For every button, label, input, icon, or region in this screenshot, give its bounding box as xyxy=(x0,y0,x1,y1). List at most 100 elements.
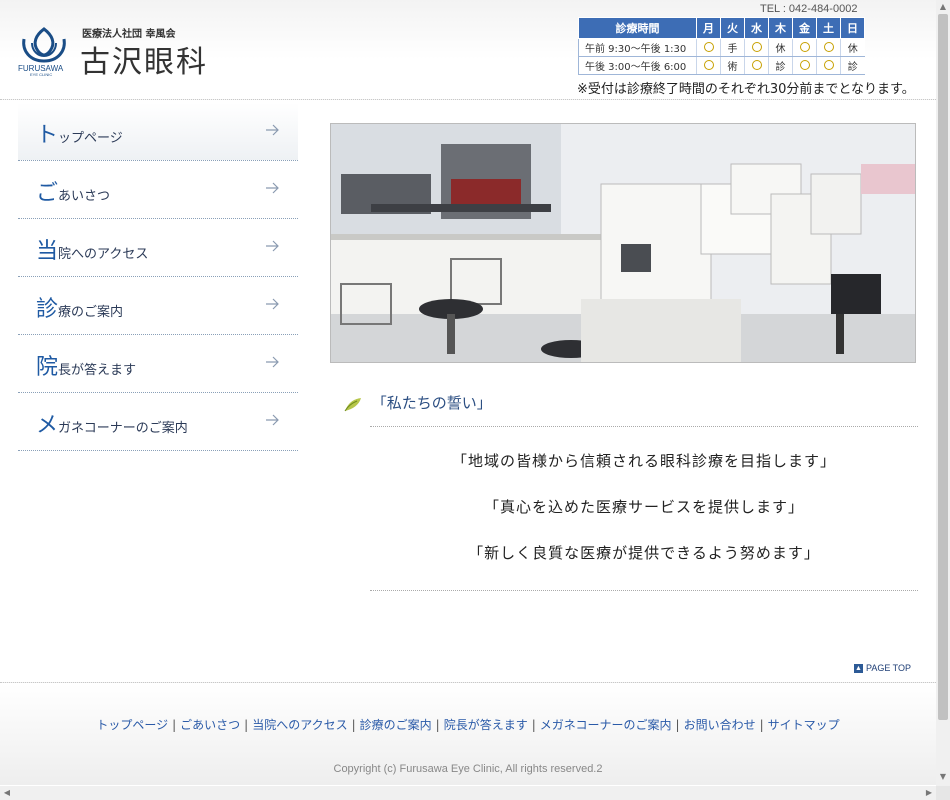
hours-cell xyxy=(816,38,841,57)
hours-cell: 休 xyxy=(840,38,865,57)
arrow-right-icon xyxy=(266,240,279,252)
nav-label: 診療のご案内 xyxy=(36,297,124,322)
arrow-right-icon xyxy=(266,298,279,310)
scroll-down-arrow-icon[interactable]: ▼ xyxy=(936,770,950,784)
nav-item-greeting[interactable]: ごあいさつ xyxy=(18,161,298,219)
nav-label: 院長が答えます xyxy=(36,355,137,380)
footer-links: トップページ | ごあいさつ | 当院へのアクセス | 診療のご案内 | 院長が答えます | メガネ… xyxy=(0,716,936,733)
footer-link-contact[interactable]: お問い合わせ xyxy=(684,718,756,732)
arrow-right-icon xyxy=(266,356,279,368)
nav-label: トップページ xyxy=(36,123,123,148)
clinic-interior-photo xyxy=(330,123,916,363)
hours-table: 診療時間 月 火 水 木 金 土 日 午前 9:30〜午後 1:30 手 休 休… xyxy=(578,17,865,75)
footer-link-top[interactable]: トップページ xyxy=(96,718,168,732)
hours-row-afternoon: 午後 3:00〜午後 6:00 術 診 診 xyxy=(578,56,865,75)
hours-cell xyxy=(792,56,817,75)
hours-cell xyxy=(696,56,721,75)
day-header: 月 xyxy=(696,17,721,39)
footer-link-sitemap[interactable]: サイトマップ xyxy=(768,718,840,732)
sidebar-nav: トップページ ごあいさつ 当院へのアクセス 診療のご案内 院長が答えます メガネ… xyxy=(18,103,298,451)
divider xyxy=(370,426,918,427)
day-header: 金 xyxy=(792,17,817,39)
scroll-up-arrow-icon[interactable]: ▲ xyxy=(936,0,950,14)
separator: | xyxy=(351,718,356,732)
hours-cell: 術 xyxy=(720,56,745,75)
day-header: 水 xyxy=(744,17,769,39)
separator: | xyxy=(435,718,440,732)
period-label: 午前 9:30〜午後 1:30 xyxy=(578,38,697,57)
arrow-right-icon xyxy=(266,414,279,426)
hours-header-row: 診療時間 月 火 水 木 金 土 日 xyxy=(578,17,865,39)
open-mark-icon xyxy=(799,42,810,52)
separator: | xyxy=(172,718,177,732)
hours-row-morning: 午前 9:30〜午後 1:30 手 休 休 xyxy=(578,38,865,57)
footer-link-director-answers[interactable]: 院長が答えます xyxy=(444,718,528,732)
horizontal-scrollbar[interactable]: ◀ ▶ xyxy=(0,786,936,800)
day-header: 土 xyxy=(816,17,841,39)
footer-link-glasses-corner[interactable]: メガネコーナーのご案内 xyxy=(540,718,672,732)
nav-item-glasses-corner[interactable]: メガネコーナーのご案内 xyxy=(18,393,298,451)
vertical-scrollbar[interactable]: ▲ ▼ xyxy=(936,0,950,786)
period-label: 午後 3:00〜午後 6:00 xyxy=(578,56,697,75)
day-header: 日 xyxy=(840,17,865,39)
scroll-left-arrow-icon[interactable]: ◀ xyxy=(0,786,14,800)
arrow-right-icon xyxy=(266,182,279,194)
day-header: 木 xyxy=(768,17,793,39)
separator: | xyxy=(531,718,536,732)
open-mark-icon xyxy=(823,42,834,52)
hours-cell: 手 xyxy=(720,38,745,57)
scroll-right-arrow-icon[interactable]: ▶ xyxy=(922,786,936,800)
page-top-link[interactable]: ▲ PAGE TOP xyxy=(854,663,912,674)
scrollbar-thumb[interactable] xyxy=(938,14,948,720)
hours-cell: 診 xyxy=(768,56,793,75)
nav-label: 当院へのアクセス xyxy=(36,239,149,264)
pledge-item: 「地域の皆様から信頼される眼科診療を目指します」 xyxy=(451,452,836,470)
reception-notice: ※受付は診療終了時間のそれぞれ30分前までとなります。 xyxy=(577,82,915,97)
open-mark-icon xyxy=(799,60,810,70)
pledge-title: 「私たちの誓い」 xyxy=(371,394,492,412)
nav-item-top[interactable]: トップページ xyxy=(18,103,298,161)
separator: | xyxy=(759,718,764,732)
footer-link-greeting[interactable]: ごあいさつ xyxy=(180,718,240,732)
hours-cell: 休 xyxy=(768,38,793,57)
divider xyxy=(370,590,918,591)
open-mark-icon xyxy=(703,42,714,52)
hours-cell xyxy=(744,56,769,75)
site-footer: トップページ | ごあいさつ | 当院へのアクセス | 診療のご案内 | 院長が答えます | メガネ… xyxy=(0,682,936,785)
pledge-list: 「地域の皆様から信頼される眼科診療を目指します」 「真心を込めた医療サービスを提… xyxy=(370,450,918,588)
open-mark-icon xyxy=(823,60,834,70)
footer-link-medical-guide[interactable]: 診療のご案内 xyxy=(360,718,432,732)
hours-cell xyxy=(696,38,721,57)
leaf-icon xyxy=(344,397,361,411)
page-top-label: PAGE TOP xyxy=(866,663,912,673)
hours-cell: 診 xyxy=(840,56,865,75)
separator: | xyxy=(244,718,249,732)
nav-item-access[interactable]: 当院へのアクセス xyxy=(18,219,298,277)
scrollbar-corner xyxy=(936,786,950,800)
hours-cell xyxy=(744,38,769,57)
examination-room-illustration xyxy=(331,124,915,362)
pledge-item: 「真心を込めた医療サービスを提供します」 xyxy=(483,498,804,516)
day-header: 火 xyxy=(720,17,745,39)
telephone: TEL : 042-484-0002 xyxy=(760,3,858,15)
hours-cell xyxy=(792,38,817,57)
pledge-heading: 「私たちの誓い」 xyxy=(343,392,492,416)
nav-item-director-answers[interactable]: 院長が答えます xyxy=(18,335,298,393)
separator: | xyxy=(675,718,680,732)
nav-label: メガネコーナーのご案内 xyxy=(36,413,188,438)
copyright: Copyright (c) Furusawa Eye Clinic, All r… xyxy=(333,763,603,775)
logo-english-sub: EYE CLINIC xyxy=(30,72,53,77)
clinic-name[interactable]: 古沢眼科 xyxy=(80,37,208,81)
arrow-right-icon xyxy=(266,124,279,136)
hours-cell xyxy=(816,56,841,75)
arrow-up-icon: ▲ xyxy=(854,664,863,674)
nav-label: ごあいさつ xyxy=(36,181,111,206)
open-mark-icon xyxy=(703,60,714,70)
nav-item-medical-guide[interactable]: 診療のご案内 xyxy=(18,277,298,335)
pledge-item: 「新しく良質な医療が提供できるよう努めます」 xyxy=(468,544,820,562)
hours-label: 診療時間 xyxy=(578,17,697,39)
site-header: FURUSAWA EYE CLINIC 医療法人社団 幸風会 古沢眼科 TEL … xyxy=(0,0,936,100)
open-mark-icon xyxy=(751,60,762,70)
footer-link-access[interactable]: 当院へのアクセス xyxy=(252,718,347,732)
open-mark-icon xyxy=(751,42,762,52)
